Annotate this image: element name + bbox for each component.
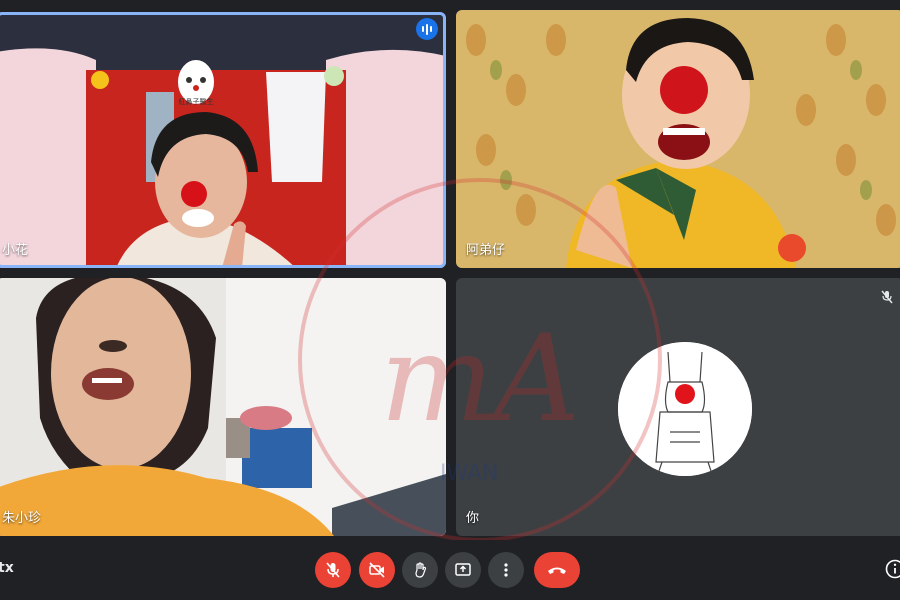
- mic-toggle-button[interactable]: [315, 552, 351, 588]
- participant-tile-self[interactable]: 你: [456, 278, 900, 536]
- participant-name: 你: [466, 511, 480, 526]
- participant-name: 阿弟仔: [466, 243, 506, 258]
- banner-text: 紅鼻子醫生: [179, 97, 214, 106]
- mic-off-icon: [326, 562, 340, 578]
- more-vert-icon: [504, 563, 508, 577]
- avatar: [618, 342, 752, 476]
- video-feed-zhuxiaozhen: [0, 278, 446, 536]
- participant-tile-zhuxiaozhen[interactable]: 朱小珍: [0, 278, 446, 536]
- hang-up-icon: [548, 567, 566, 574]
- mic-off-icon: [881, 290, 893, 304]
- meeting-code: tx: [0, 560, 14, 576]
- camera-toggle-button[interactable]: [359, 552, 395, 588]
- more-options-button[interactable]: [488, 552, 524, 588]
- info-icon[interactable]: [884, 558, 900, 580]
- hand-icon: [415, 562, 427, 578]
- participant-name: 朱小珍: [2, 511, 42, 526]
- raise-hand-button[interactable]: [402, 552, 438, 588]
- leave-call-button[interactable]: [534, 552, 580, 588]
- call-controls-bar: tx: [0, 540, 900, 600]
- participant-tile-adizai[interactable]: 阿弟仔: [456, 10, 900, 268]
- participant-name: 小花: [2, 243, 29, 258]
- present-icon: [455, 563, 471, 576]
- present-screen-button[interactable]: [445, 552, 481, 588]
- video-feed-adizai: [456, 10, 900, 268]
- participant-tile-xiaohua[interactable]: 紅鼻子醫生 小花: [0, 12, 446, 268]
- avatar-illustration: [618, 342, 752, 476]
- speaking-indicator-icon: [416, 18, 438, 40]
- camera-off-icon: [369, 562, 385, 578]
- video-feed-xiaohua: 紅鼻子醫生: [0, 12, 446, 268]
